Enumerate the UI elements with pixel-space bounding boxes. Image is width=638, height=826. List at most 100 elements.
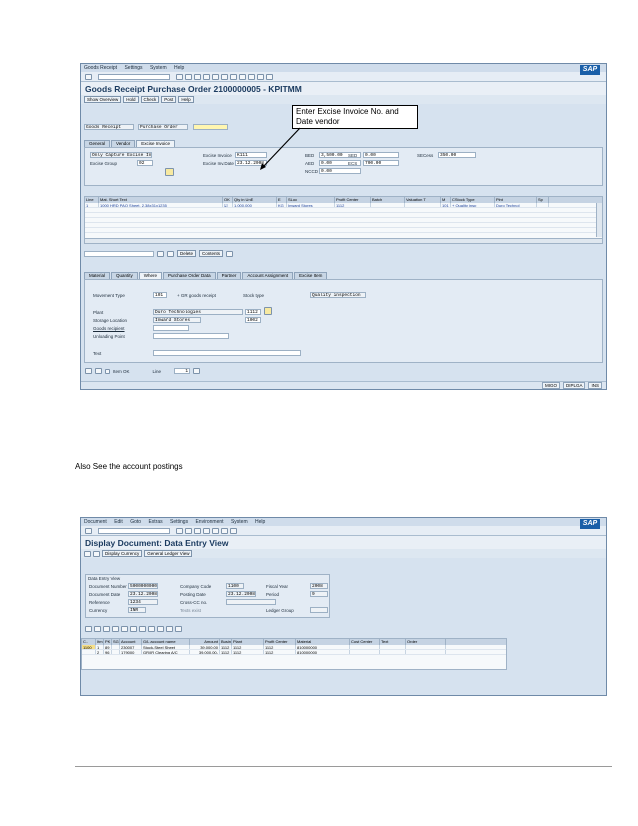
plant-lookup-icon[interactable]: [264, 307, 272, 315]
excise-date-field[interactable]: 23.12.2008: [235, 160, 267, 166]
subtotal-icon[interactable]: [130, 626, 137, 632]
next-page-icon[interactable]: [248, 73, 255, 80]
exit-icon[interactable]: [194, 73, 201, 80]
back-icon[interactable]: [185, 73, 192, 80]
layout-icon[interactable]: [157, 626, 164, 632]
item-ok-checkbox[interactable]: [105, 368, 110, 374]
export-icon[interactable]: [148, 626, 155, 632]
menu-settings[interactable]: Settings: [124, 65, 142, 71]
other-document-icon[interactable]: [93, 550, 100, 557]
help-icon[interactable]: [266, 73, 273, 80]
sed-field[interactable]: 0.00: [363, 152, 399, 158]
menu-edit[interactable]: Edit: [114, 519, 123, 525]
menu-help-2[interactable]: Help: [255, 519, 265, 525]
select-icon[interactable]: [157, 250, 164, 257]
check-button[interactable]: Check: [140, 96, 160, 103]
menu-settings-2[interactable]: Settings: [170, 519, 188, 525]
help-icon-2[interactable]: [230, 527, 237, 534]
first-page-icon[interactable]: [230, 73, 237, 80]
print-icon-2[interactable]: [212, 527, 219, 534]
tab-excise-invoice[interactable]: Excise Invoice: [136, 140, 176, 147]
find-icon-2[interactable]: [221, 527, 228, 534]
save-icon-2[interactable]: [176, 527, 183, 534]
detail-grid-icon[interactable]: [226, 250, 234, 257]
tab-material[interactable]: Material: [84, 272, 111, 279]
prev-page-icon[interactable]: [239, 73, 246, 80]
menu-system[interactable]: System: [150, 65, 167, 71]
next-item-icon[interactable]: [95, 368, 102, 374]
tab-purchase-order-data[interactable]: Purchase Order Data: [163, 272, 216, 279]
po-number-field[interactable]: [193, 124, 228, 130]
choose-layout-icon[interactable]: [166, 626, 173, 632]
command-field-2[interactable]: [98, 527, 170, 534]
cancel-icon[interactable]: [203, 73, 210, 80]
unloading-point-field[interactable]: [153, 333, 229, 339]
action-select[interactable]: Goods Receipt: [84, 124, 134, 130]
back-icon-2[interactable]: [185, 527, 192, 534]
command-field[interactable]: [98, 73, 170, 80]
plant-code-field[interactable]: 1112: [245, 309, 261, 315]
enter-icon[interactable]: [85, 73, 92, 80]
table-row[interactable]: 2 96 179000 GR/IR Clearing A/C 39,000.00…: [82, 650, 506, 655]
hold-button[interactable]: Hold: [123, 96, 139, 103]
excise-invoice-field[interactable]: K111: [235, 152, 267, 158]
horizontal-scrollbar[interactable]: [85, 238, 602, 243]
display-change-icon[interactable]: [84, 550, 91, 557]
contents-button[interactable]: Contents: [199, 250, 224, 257]
line-go-icon[interactable]: [193, 368, 201, 374]
tab-quantity[interactable]: Quantity: [111, 272, 138, 279]
print-preview-icon[interactable]: [139, 626, 146, 632]
tab-general[interactable]: General: [84, 140, 111, 147]
tab-excise-item[interactable]: Excise Item: [294, 272, 328, 279]
prev-item-icon[interactable]: [85, 368, 92, 374]
goods-recipient-field[interactable]: [153, 325, 189, 331]
save-icon[interactable]: [176, 73, 183, 80]
menu-system-2[interactable]: System: [231, 519, 248, 525]
tab-where[interactable]: Where: [138, 272, 163, 279]
last-page-icon[interactable]: [257, 73, 264, 80]
print-icon[interactable]: [212, 73, 219, 80]
menu-goods-receipt[interactable]: Goods Receipt: [84, 65, 117, 71]
general-ledger-view-button[interactable]: General Ledger View: [144, 550, 193, 557]
show-overview-button[interactable]: Show Overview: [84, 96, 122, 103]
table-row-empty[interactable]: [85, 228, 602, 233]
menu-extras[interactable]: Extras: [148, 519, 162, 525]
display-currency-button[interactable]: Display Currency: [102, 550, 143, 557]
enter-icon-2[interactable]: [85, 527, 92, 534]
tab-account-assignment[interactable]: Account Assignment: [242, 272, 294, 279]
stock-type-select[interactable]: Quality inspection: [310, 292, 366, 298]
refresh-icon[interactable]: [165, 168, 174, 176]
secess-field[interactable]: 350.00: [438, 152, 476, 158]
vertical-scrollbar[interactable]: [596, 203, 602, 237]
sort-desc-icon[interactable]: [103, 626, 110, 632]
capture-mode-select[interactable]: Only Capture Excise Invoice: [90, 152, 152, 158]
find-icon[interactable]: [221, 73, 228, 80]
delete-button[interactable]: Delete: [177, 250, 197, 257]
sum-icon[interactable]: [121, 626, 128, 632]
filter-icon[interactable]: [112, 626, 119, 632]
excise-group-field[interactable]: 02: [137, 160, 153, 166]
menu-goto[interactable]: Goto: [130, 519, 141, 525]
deselect-icon[interactable]: [167, 250, 174, 257]
movement-type-field[interactable]: 101: [153, 292, 167, 298]
ecs-field[interactable]: 700.00: [363, 160, 399, 166]
sort-asc-icon[interactable]: [94, 626, 101, 632]
menu-help[interactable]: Help: [174, 65, 184, 71]
menu-environment[interactable]: Environment: [195, 519, 223, 525]
detail-search-field[interactable]: [84, 250, 154, 257]
tab-vendor[interactable]: Vendor: [111, 140, 136, 147]
save-layout-icon[interactable]: [175, 626, 182, 632]
reference-select[interactable]: Purchase Order: [138, 124, 188, 130]
post-button[interactable]: Post: [161, 96, 177, 103]
text-field[interactable]: [153, 350, 301, 356]
cell-ok[interactable]: ☑: [223, 203, 233, 207]
details-icon[interactable]: [85, 626, 92, 632]
exit-icon-2[interactable]: [194, 527, 201, 534]
cancel-icon-2[interactable]: [203, 527, 210, 534]
storage-location-code[interactable]: 1002: [245, 317, 261, 323]
tab-partner[interactable]: Partner: [216, 272, 242, 279]
help-button[interactable]: Help: [178, 96, 194, 103]
line-field[interactable]: 1: [174, 368, 191, 374]
menu-document[interactable]: Document: [84, 519, 107, 525]
nccd-field[interactable]: 0.00: [319, 168, 361, 174]
